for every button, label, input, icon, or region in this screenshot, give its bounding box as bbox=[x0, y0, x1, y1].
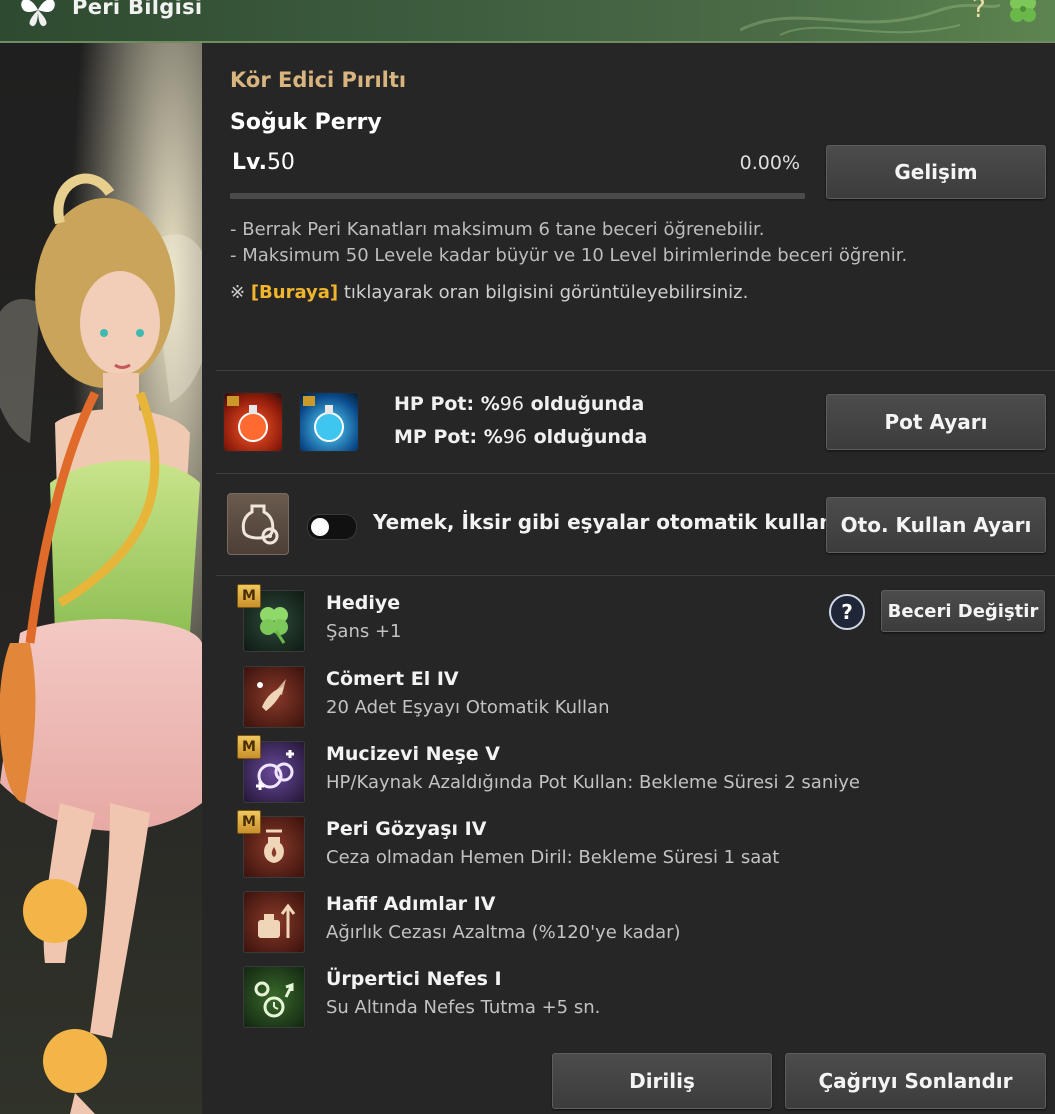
info-number: 50 bbox=[345, 245, 369, 266]
skill-desc: Su Altında Nefes Tutma +5 sn. bbox=[326, 997, 601, 1018]
bubble-breath-icon bbox=[243, 966, 305, 1028]
hp-pot-label: HP Pot: % bbox=[394, 393, 500, 415]
note-prefix: ※ bbox=[230, 282, 251, 303]
auto-use-label: Yemek, İksir gibi eşyalar otomatik kulla… bbox=[373, 510, 869, 534]
skill-row[interactable]: Hafif Adımlar IV Ağırlık Cezası Azaltma … bbox=[243, 891, 1055, 961]
revive-button[interactable]: Diriliş bbox=[552, 1053, 772, 1109]
info-line-2: - Maksimum 50 Levele kadar büyür ve 10 L… bbox=[230, 245, 907, 266]
help-icon[interactable]: ? bbox=[972, 0, 986, 24]
skill-name: Hediye bbox=[326, 592, 401, 614]
fairy-name: Soğuk Perry bbox=[230, 110, 382, 135]
window-header: Peri Bilgisi ? bbox=[0, 0, 1055, 43]
section-divider bbox=[216, 370, 1055, 371]
mp-potion-icon[interactable] bbox=[299, 392, 359, 452]
skill-desc: Ceza olmadan Hemen Diril: Bekleme Süresi… bbox=[326, 847, 780, 868]
hp-pot-threshold: HP Pot: %96 olduğunda bbox=[394, 393, 644, 415]
level-prefix: Lv. bbox=[232, 150, 267, 175]
fairy-illustration bbox=[0, 43, 202, 1114]
skill-help-icon[interactable]: ? bbox=[829, 594, 865, 630]
skill-desc: Şans +1 bbox=[326, 621, 402, 642]
info-text: - Maksimum bbox=[230, 245, 346, 266]
auto-use-toggle[interactable] bbox=[307, 514, 357, 540]
info-number: 6 bbox=[538, 219, 550, 240]
fairy-portrait bbox=[0, 43, 202, 1114]
fairy-level: Lv.50 bbox=[232, 150, 295, 175]
fairy-hand-icon bbox=[243, 666, 305, 728]
leaf-decoration bbox=[740, 3, 1000, 36]
skill-row[interactable]: Ürpertici Nefes I Su Altında Nefes Tutma… bbox=[243, 966, 1055, 1036]
pot-settings-button[interactable]: Pot Ayarı bbox=[826, 394, 1046, 450]
skill-desc: Ağırlık Cezası Azaltma (%120'ye kadar) bbox=[326, 922, 681, 943]
info-line-1: - Berrak Peri Kanatları maksimum 6 tane … bbox=[230, 219, 764, 240]
section-divider bbox=[216, 473, 1055, 474]
skill-name: Mucizevi Neşe V bbox=[326, 743, 500, 765]
mythic-badge: M bbox=[237, 810, 261, 834]
hp-potion-graphic bbox=[227, 396, 268, 442]
mp-pot-threshold: MP Pot: %96 olduğunda bbox=[394, 426, 647, 448]
mp-potion-graphic bbox=[303, 396, 344, 442]
toggle-knob bbox=[311, 518, 329, 536]
skill-desc: HP/Kaynak Azaldığında Pot Kullan: Beklem… bbox=[326, 772, 860, 793]
skill-name: Hafif Adımlar IV bbox=[326, 893, 496, 915]
auto-use-settings-button[interactable]: Oto. Kullan Ayarı bbox=[826, 497, 1046, 553]
fairy-hand-graphic bbox=[257, 679, 286, 711]
progress-bar bbox=[230, 193, 805, 199]
auto-use-potion-gear-icon bbox=[227, 493, 289, 555]
window-title: Peri Bilgisi bbox=[72, 0, 203, 19]
info-text: Levele kadar büyür ve bbox=[368, 245, 581, 266]
note-suffix: tıklayarak oran bilgisini görüntüleyebil… bbox=[338, 282, 749, 303]
hp-pot-value: 96 bbox=[499, 393, 524, 415]
growth-button[interactable]: Gelişim bbox=[826, 145, 1046, 199]
butterfly-icon bbox=[21, 0, 55, 27]
info-text: - Berrak Peri Kanatları maksimum bbox=[230, 219, 539, 240]
mp-pot-suffix: olduğunda bbox=[526, 426, 648, 448]
end-summon-button[interactable]: Çağrıyı Sonlandır bbox=[785, 1053, 1046, 1109]
info-text: tane beceri öğrenebilir. bbox=[549, 219, 765, 240]
mp-pot-label: MP Pot: % bbox=[394, 426, 503, 448]
hp-pot-suffix: olduğunda bbox=[523, 393, 645, 415]
section-divider bbox=[216, 575, 1055, 576]
mythic-badge: M bbox=[237, 584, 261, 608]
clover-icon[interactable] bbox=[1006, 0, 1040, 26]
level-value: 50 bbox=[266, 150, 295, 175]
skill-row[interactable]: M Mucizevi Neşe V HP/Kaynak Azaldığında … bbox=[237, 735, 1055, 811]
info-text: Level birimlerinde beceri öğrenir. bbox=[603, 245, 908, 266]
skill-name: Ürpertici Nefes I bbox=[326, 968, 502, 990]
rate-info-note: ※ [Buraya] tıklayarak oran bilgisini gör… bbox=[230, 282, 748, 303]
auto-use-graphic bbox=[241, 504, 279, 545]
hp-potion-icon[interactable] bbox=[223, 392, 283, 452]
info-number: 10 bbox=[580, 245, 604, 266]
fairy-effect-name: Kör Edici Pırıltı bbox=[230, 68, 407, 92]
mp-pot-value: 96 bbox=[502, 426, 527, 448]
weight-arrow-icon bbox=[243, 891, 305, 953]
rate-info-link[interactable]: [Buraya] bbox=[251, 282, 338, 303]
mythic-badge: M bbox=[237, 735, 261, 759]
weight-arrow-graphic bbox=[258, 903, 296, 938]
bubble-breath-graphic bbox=[254, 981, 294, 1018]
skill-name: Cömert El IV bbox=[326, 668, 459, 690]
skill-row[interactable]: M Peri Gözyaşı IV Ceza olmadan Hemen Dir… bbox=[237, 810, 1055, 886]
skill-desc: 20 Adet Eşyayı Otomatik Kullan bbox=[326, 697, 610, 718]
skill-row[interactable]: Cömert El IV 20 Adet Eşyayı Otomatik Kul… bbox=[243, 666, 1055, 736]
change-skill-button[interactable]: Beceri Değiştir bbox=[881, 590, 1045, 632]
skill-name: Peri Gözyaşı IV bbox=[326, 818, 487, 840]
progress-percent: 0.00% bbox=[739, 152, 800, 174]
